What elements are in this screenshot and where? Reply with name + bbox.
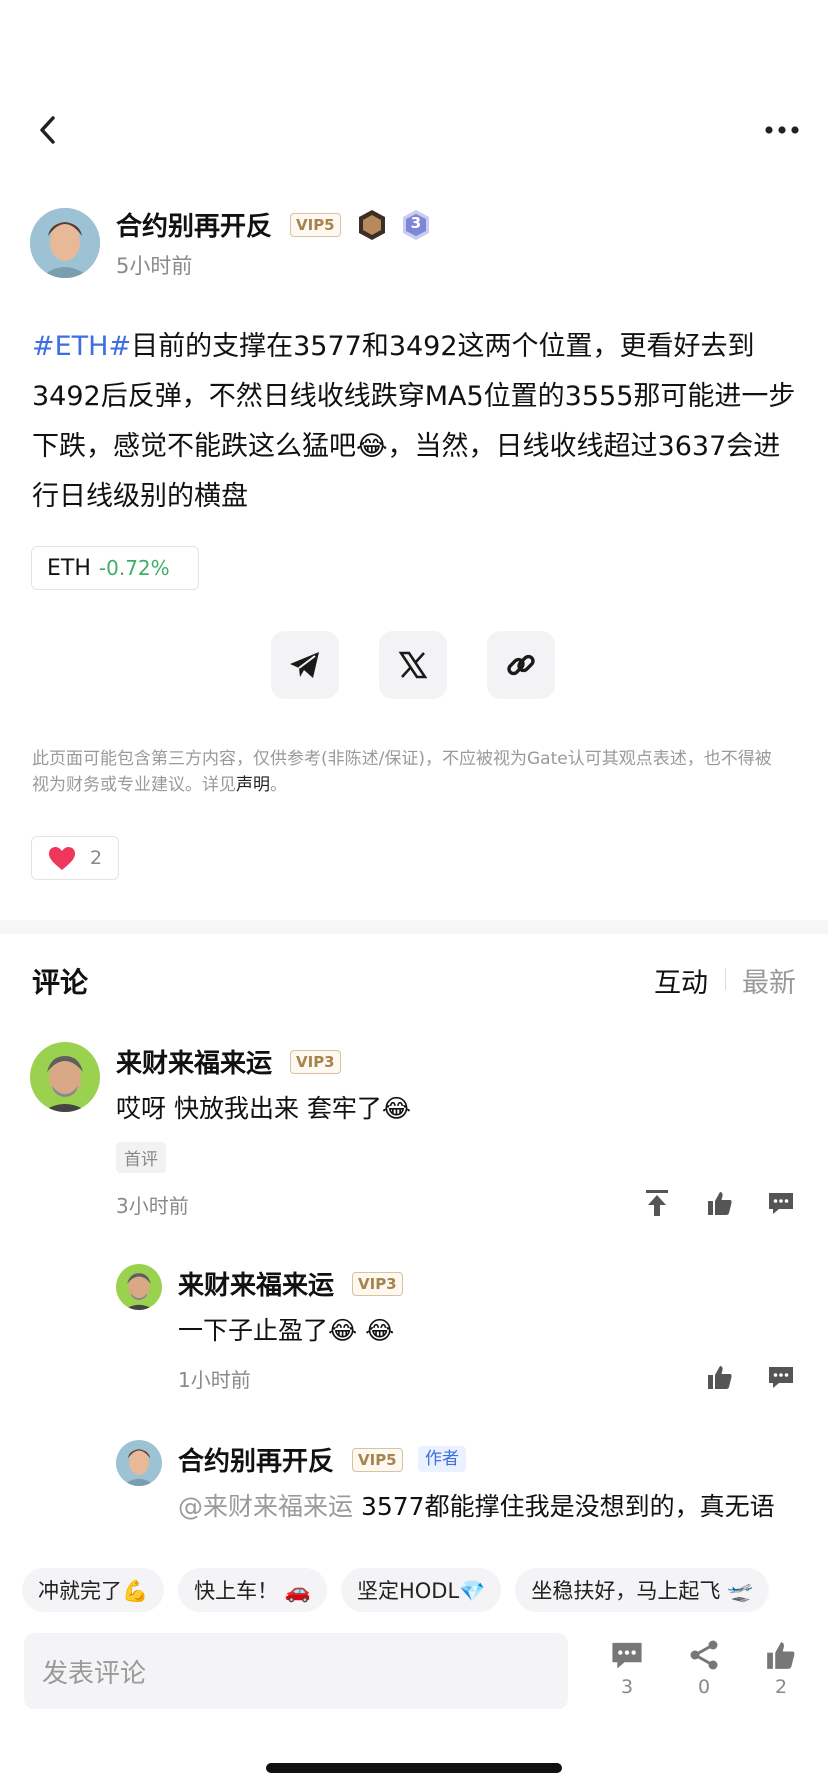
quick-reply-chip[interactable]: 坚定HODL💎 [340, 1568, 502, 1612]
thumbs-up-icon [708, 1192, 732, 1215]
like-count: 2 [90, 847, 103, 869]
pin-button[interactable] [640, 1186, 674, 1220]
thumbs-up-icon [767, 1642, 795, 1669]
reply-text: 一下子止盈了😂 😂 [178, 1316, 395, 1345]
more-dots-icon [765, 126, 799, 134]
first-comment-badge: 首评 [116, 1142, 166, 1173]
comment-input[interactable]: 发表评论 [24, 1633, 568, 1709]
disclaimer: 此页面可能包含第三方内容，仅供参考(非陈述/保证)，不应被视为Gate认可其观点… [32, 749, 772, 795]
hashtag-link[interactable]: #ETH# [32, 331, 131, 362]
comments-count: 3 [620, 1676, 634, 1698]
footer-comments-button[interactable]: 3 [602, 1640, 652, 1698]
reply-like-button[interactable] [703, 1360, 737, 1394]
ticker-symbol: ETH [47, 555, 91, 581]
copy-link-button[interactable] [487, 631, 555, 699]
reply-author-name[interactable]: 来财来福来运 [178, 1265, 334, 1302]
comments-title: 评论 [32, 966, 89, 999]
author-reply-name[interactable]: 合约别再开反 [178, 1441, 334, 1478]
quick-replies: 冲就完了💪 快上车！ 🚗 坚定HODL💎 坐稳扶好，马上起飞 🛫 [22, 1568, 828, 1612]
sort-interactive-tab[interactable]: 互动 [654, 961, 708, 1000]
footer-likes-count: 2 [774, 1676, 788, 1698]
vip-badge: VIP3 [352, 1272, 403, 1296]
thumbs-up-icon [708, 1366, 732, 1389]
reply-reply-button[interactable] [764, 1360, 798, 1394]
footer-share-button[interactable]: 0 [679, 1640, 729, 1698]
section-divider [0, 920, 828, 934]
sort-latest-tab[interactable]: 最新 [742, 961, 796, 1000]
share-icon [690, 1640, 718, 1670]
comment-bubble-icon [769, 1367, 793, 1388]
more-button[interactable] [762, 116, 802, 144]
author-reply-avatar[interactable] [116, 1440, 162, 1486]
quick-reply-chip[interactable]: 快上车！ 🚗 [178, 1568, 327, 1612]
ticker-chip[interactable]: ETH -0.72% [31, 546, 199, 590]
footer-like-button[interactable]: 2 [756, 1640, 806, 1698]
disclaimer-link[interactable]: 声明 [236, 775, 270, 795]
comment-bubble-icon [612, 1642, 642, 1669]
author-reply-text: @来财来福来运 3577都能撑住我是没想到的，真无语 [178, 1492, 775, 1521]
share-telegram-button[interactable] [271, 631, 339, 699]
post-time: 5小时前 [116, 254, 193, 278]
comment-input-placeholder: 发表评论 [42, 1658, 147, 1689]
telegram-icon [290, 652, 319, 678]
x-logo-icon [398, 651, 428, 679]
like-button[interactable]: 2 [31, 836, 119, 880]
commenter-avatar[interactable] [30, 1042, 100, 1112]
heart-icon [49, 846, 75, 870]
reply-avatar[interactable] [116, 1264, 162, 1310]
comment-text: 哎呀 快放我出来 套牢了😂 [116, 1094, 412, 1123]
comment-like-button[interactable] [703, 1186, 737, 1220]
pin-top-icon [646, 1190, 668, 1216]
reply-time: 1小时前 [178, 1368, 251, 1392]
vip-badge: VIP3 [290, 1050, 341, 1074]
post-content: #ETH#目前的支撑在3577和3492这两个位置，更看好去到3492后反弹，不… [32, 322, 800, 522]
share-x-button[interactable] [379, 631, 447, 699]
post-author-name[interactable]: 合约别再开反 [116, 206, 272, 243]
comment-bubble-icon [769, 1193, 793, 1214]
mention-link[interactable]: @来财来福来运 [178, 1492, 353, 1521]
shares-count: 0 [697, 1676, 711, 1698]
chevron-left-icon [40, 116, 55, 144]
home-indicator [266, 1763, 562, 1773]
author-avatar[interactable] [30, 208, 100, 278]
vip-badge: VIP5 [290, 213, 341, 237]
link-icon [507, 654, 535, 676]
reply-button[interactable] [764, 1186, 798, 1220]
post-text: 目前的支撑在3577和3492这两个位置，更看好去到3492后反弹，不然日线收线… [32, 331, 796, 512]
sort-divider [725, 968, 726, 990]
comment-time: 3小时前 [116, 1194, 189, 1218]
quick-reply-chip[interactable]: 坐稳扶好，马上起飞 🛫 [515, 1568, 770, 1612]
author-tag: 作者 [418, 1446, 466, 1472]
comment-author-name[interactable]: 来财来福来运 [116, 1043, 272, 1080]
medal-icon [356, 209, 388, 241]
ticker-change: -0.72% [98, 556, 170, 580]
vip-badge: VIP5 [352, 1448, 403, 1472]
back-button[interactable] [30, 112, 66, 148]
quick-reply-chip[interactable]: 冲就完了💪 [22, 1568, 165, 1612]
level-badge: 3 [400, 209, 432, 241]
